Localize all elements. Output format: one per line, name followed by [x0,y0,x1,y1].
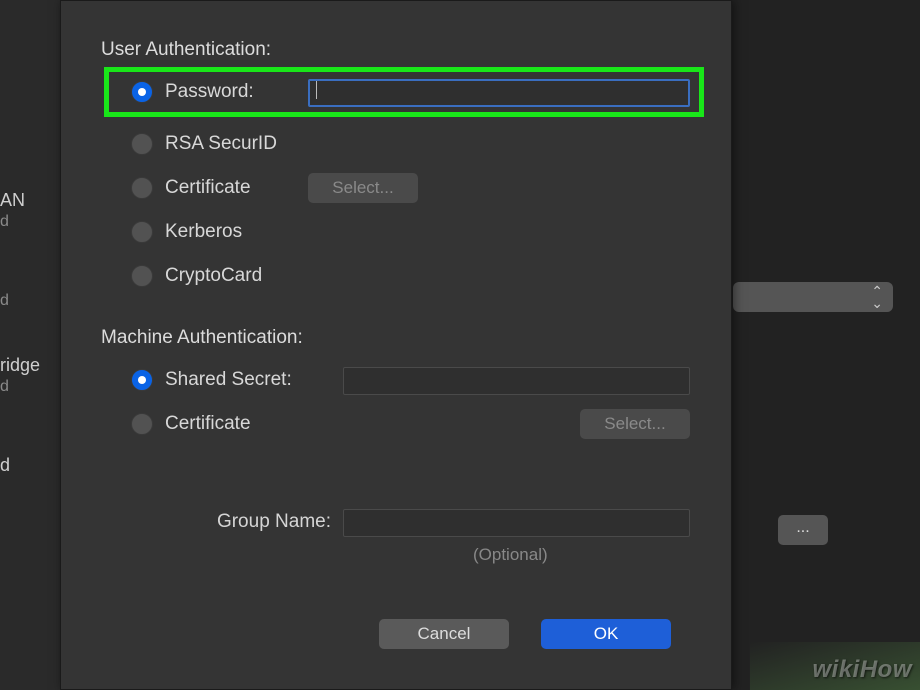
background-sidebar: AN d d ridge d d [0,0,60,690]
sidebar-item-sub: d [0,378,60,396]
radio-kerberos[interactable] [131,221,153,243]
radio-user-cert[interactable] [131,177,153,199]
background-dropdown[interactable]: ⌃⌄ [733,282,893,312]
radio-row-machine-cert[interactable]: Certificate [131,413,251,435]
radio-label: CryptoCard [165,265,262,287]
sidebar-item-sub: d [0,213,60,231]
machine-auth-title: Machine Authentication: [101,327,303,349]
radio-label: Kerberos [165,221,242,243]
group-name-hint: (Optional) [473,545,548,565]
radio-cryptocard[interactable] [131,265,153,287]
sidebar-item-label: ridge [0,355,60,376]
button-label: Select... [604,414,665,434]
radio-row-rsa[interactable]: RSA SecurID [131,133,277,155]
ok-button[interactable]: OK [541,619,671,649]
watermark: wikiHow [812,656,912,684]
user-cert-select-button[interactable]: Select... [308,173,418,203]
radio-row-user-cert[interactable]: Certificate [131,177,251,199]
sidebar-item: d [0,455,60,476]
shared-secret-input[interactable] [343,367,690,395]
radio-label: Certificate [165,177,251,199]
password-input[interactable] [308,79,690,107]
sidebar-item: d [0,290,60,310]
radio-label: Shared Secret: [165,369,292,391]
radio-label: Password: [165,81,254,103]
radio-row-shared-secret[interactable]: Shared Secret: [131,369,292,391]
button-label: Cancel [418,624,471,644]
radio-row-kerberos[interactable]: Kerberos [131,221,242,243]
auth-dialog: User Authentication: Password: RSA Secur… [60,0,732,690]
background-more-button[interactable]: ... [778,515,828,545]
radio-rsa[interactable] [131,133,153,155]
group-name-label: Group Name: [171,511,331,533]
radio-label: RSA SecurID [165,133,277,155]
text-cursor-icon [316,81,317,99]
sidebar-item: ridge d [0,355,60,396]
button-label: OK [594,624,619,644]
group-name-input[interactable] [343,509,690,537]
radio-row-password[interactable]: Password: [131,81,254,103]
radio-label: Certificate [165,413,251,435]
sidebar-item-label: AN [0,190,60,211]
user-auth-title: User Authentication: [101,39,271,61]
radio-shared-secret[interactable] [131,369,153,391]
radio-password[interactable] [131,81,153,103]
machine-cert-select-button[interactable]: Select... [580,409,690,439]
sidebar-item: AN d [0,190,60,231]
cancel-button[interactable]: Cancel [379,619,509,649]
button-label: Select... [332,178,393,198]
sidebar-item-sub: d [0,292,60,310]
radio-row-cryptocard[interactable]: CryptoCard [131,265,262,287]
sidebar-item-label: d [0,455,60,476]
radio-machine-cert[interactable] [131,413,153,435]
chevron-updown-icon: ⌃⌄ [871,285,883,309]
